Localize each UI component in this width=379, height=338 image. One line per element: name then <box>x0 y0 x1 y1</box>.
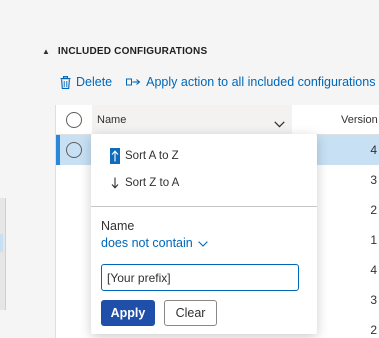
row-checkbox[interactable] <box>66 142 82 158</box>
row-version: 4 <box>370 143 377 157</box>
filter-operator-value: does not contain <box>101 236 193 250</box>
grid-header: Name Version <box>56 105 379 135</box>
row-version: 3 <box>370 293 377 307</box>
arrow-up-icon <box>110 148 120 164</box>
arrow-down-icon <box>110 175 120 191</box>
chevron-down-icon[interactable] <box>274 115 285 133</box>
apply-action-all-label: Apply action to all included configurati… <box>146 75 376 89</box>
section-header[interactable]: ▲ INCLUDED CONFIGURATIONS <box>42 46 207 57</box>
delete-button[interactable]: Delete <box>60 75 112 89</box>
section-title: INCLUDED CONFIGURATIONS <box>57 46 208 57</box>
left-panel-edge <box>0 198 6 310</box>
select-all-checkbox[interactable] <box>66 112 82 128</box>
delete-label: Delete <box>76 75 113 89</box>
sort-descending-item[interactable]: Sort Z to A <box>91 169 317 197</box>
apply-action-all-button[interactable]: Apply action to all included configurati… <box>126 75 375 89</box>
trash-icon <box>60 75 71 89</box>
version-column-header[interactable]: Version <box>341 114 378 126</box>
row-version: 3 <box>370 173 377 187</box>
filter-operator-dropdown[interactable]: does not contain <box>101 236 208 250</box>
column-filter-menu: Sort A to Z Sort Z to A Name does not co… <box>91 134 317 334</box>
menu-divider <box>91 206 317 207</box>
clear-button[interactable]: Clear <box>164 300 217 326</box>
collapse-caret-icon[interactable]: ▲ <box>42 47 50 56</box>
sort-ascending-label: Sort A to Z <box>125 150 179 162</box>
filter-value-input[interactable] <box>101 264 299 291</box>
row-version: 4 <box>370 263 377 277</box>
filter-field-label: Name <box>101 219 135 233</box>
name-column-label: Name <box>97 114 127 126</box>
left-panel-selection <box>0 234 3 252</box>
toolbar: Delete Apply action to all included conf… <box>60 75 375 89</box>
sort-ascending-item[interactable]: Sort A to Z <box>91 142 317 170</box>
name-column-header[interactable]: Name <box>92 105 292 135</box>
row-version: 2 <box>370 323 377 337</box>
sort-descending-label: Sort Z to A <box>125 177 180 189</box>
apply-button[interactable]: Apply <box>101 300 155 326</box>
row-version: 2 <box>370 203 377 217</box>
apply-action-icon <box>126 77 141 87</box>
chevron-down-icon <box>197 236 208 250</box>
row-version: 1 <box>370 233 377 247</box>
